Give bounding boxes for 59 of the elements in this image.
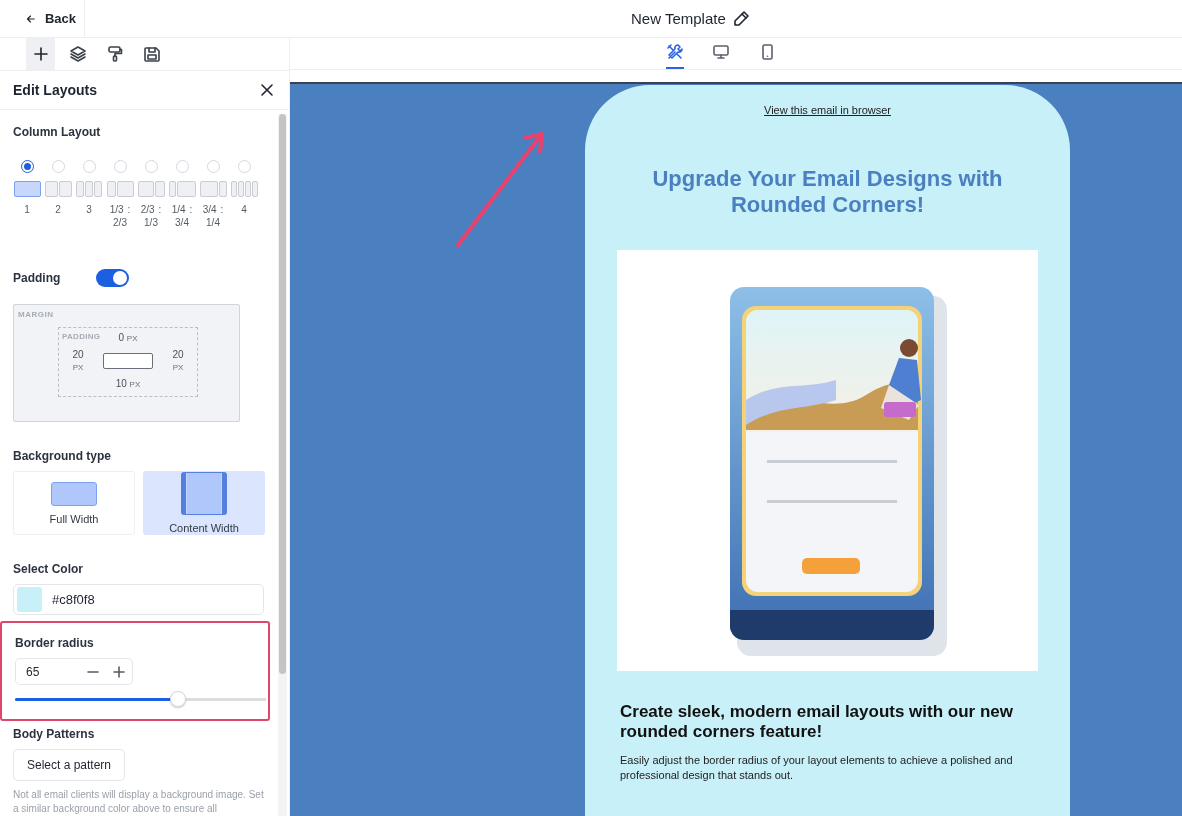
width-icon [181,472,227,516]
column-thumbnail [168,181,196,197]
padding-value: 0 PX [118,331,138,345]
panel-title: Edit Layouts [13,82,97,98]
section-label: Select Color [13,562,85,577]
pencil-icon[interactable] [731,9,750,28]
background-option[interactable]: Content Width [143,471,265,536]
plus-icon [31,45,50,63]
save-icon [142,45,161,63]
width-icon [51,481,97,506]
layers-icon [68,45,87,63]
margin-label: MARGIN [18,310,55,319]
padding-value: 10 PX [115,377,141,391]
arrow-left-icon [26,12,35,25]
plus-icon [112,665,126,678]
column-thumbnail [75,181,103,197]
column-thumbnail [106,181,134,197]
plus-tool[interactable] [26,38,55,70]
close-button[interactable] [259,82,275,98]
section-label: Padding [13,271,61,285]
column-thumbnail [199,181,227,197]
section-label: Background type [13,449,112,464]
column-option[interactable]: 2 [44,160,72,229]
email-subheading: Create sleek, modern email layouts with our new rounded corners feature! [620,702,1014,742]
color-field[interactable]: #c8f0f8 [13,584,264,615]
padding-value: 20 PX [172,348,184,374]
monitor-icon [712,43,730,61]
column-option[interactable]: 1 [13,160,41,229]
select-pattern-button[interactable]: Select a pattern [13,749,125,781]
slider-thumb[interactable] [170,691,187,707]
column-option[interactable]: 1/3 : 2/3 [106,160,134,229]
column-option[interactable]: 1/4 : 3/4 [168,160,196,229]
column-option[interactable]: 2/3 : 1/3 [137,160,165,229]
section-label: Body Patterns [13,727,96,741]
column-option[interactable]: 3/4 : 1/4 [199,160,227,229]
email-heading: Upgrade Your Email Designs with Rounded Corners! [651,166,1004,218]
scrollbar[interactable] [278,114,287,816]
column-thumbnail [13,181,41,197]
email-body-text: Easily adjust the border radius of your layout elements to achieve a polished and professional design that stands out. [620,753,1014,783]
column-thumbnail [137,181,165,197]
section-label: Border radius [15,636,95,650]
section-label: Column Layout [13,125,102,139]
help-text: Not all email clients will display a background image. Set a similar background color above to ensure all [13,788,265,816]
view-in-browser-link[interactable]: View this email in browser [764,104,891,116]
content-box [103,353,153,369]
background-option[interactable]: Full Width [13,471,135,536]
column-option[interactable]: 4 [230,160,258,229]
toggle-switch[interactable] [96,269,130,287]
column-thumbnail [230,181,258,197]
tools-icon [666,43,684,61]
column-option[interactable]: 3 [75,160,103,229]
paint-roller-icon [105,45,124,63]
color-swatch [17,587,42,613]
column-thumbnail [44,181,72,197]
close-icon [259,82,275,98]
padding-value: 20 PX [72,348,84,374]
padding-label: PADDING [62,332,101,341]
number-stepper[interactable]: 65 [15,658,133,685]
template-title: New Template [631,10,726,27]
